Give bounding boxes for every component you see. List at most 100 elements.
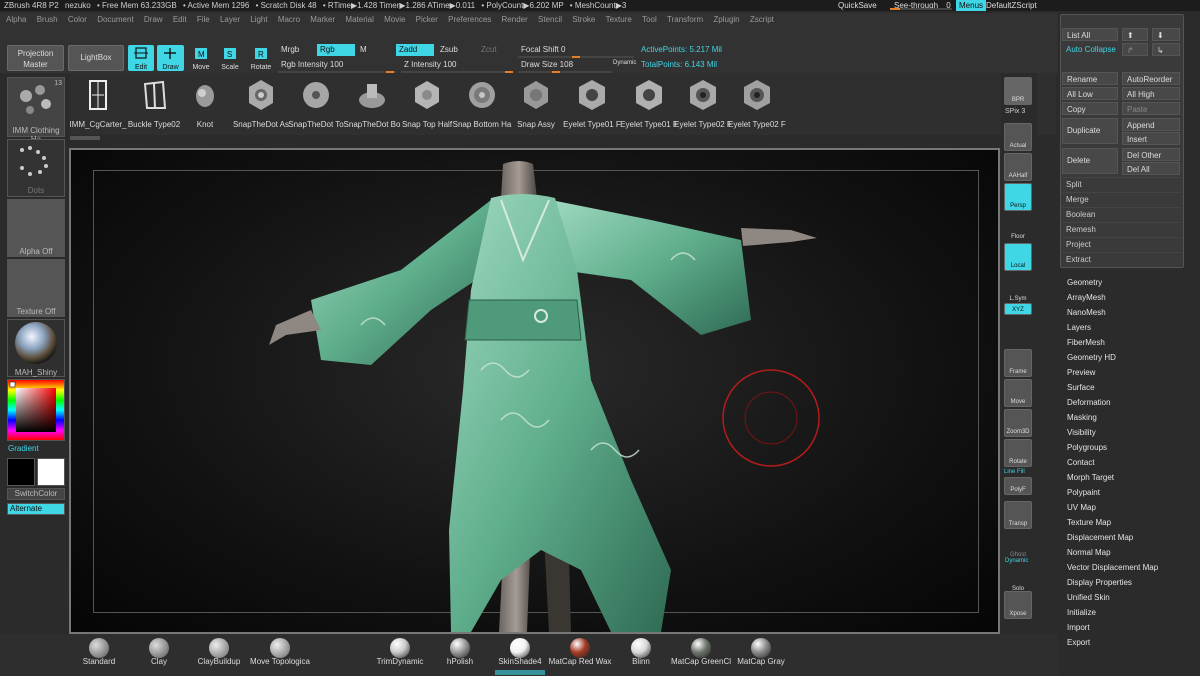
tool-menu-contact[interactable]: Contact	[1067, 458, 1095, 467]
lsym-button[interactable]: L.Sym	[1004, 275, 1032, 303]
zadd-button[interactable]: Zadd	[396, 44, 434, 56]
shelf-item-eyelet-type01-a[interactable]: Eyelet Type01 F	[563, 73, 621, 135]
aahalf-button[interactable]: AAHalf	[1004, 153, 1032, 181]
tool-menu-polypaint[interactable]: Polypaint	[1067, 488, 1100, 497]
tool-menu-layers[interactable]: Layers	[1067, 323, 1091, 332]
tool-menu-texture-map[interactable]: Texture Map	[1067, 518, 1111, 527]
menu-tool[interactable]: Tool	[642, 15, 657, 24]
menu-edit[interactable]: Edit	[173, 15, 187, 24]
secondary-color-swatch[interactable]	[37, 458, 65, 486]
tool-menu-vector-displacement-map[interactable]: Vector Displacement Map	[1067, 563, 1158, 572]
material-matcap-gray[interactable]: MatCap Gray	[726, 634, 796, 676]
menu-texture[interactable]: Texture	[606, 15, 632, 24]
rotate-mode-button[interactable]: R Rotate	[249, 45, 273, 71]
default-zscript-button[interactable]: DefaultZScript	[986, 0, 1037, 11]
document-canvas[interactable]	[69, 148, 1000, 634]
menu-document[interactable]: Document	[97, 15, 133, 24]
xyz-button[interactable]: XYZ	[1004, 303, 1032, 315]
quicksave-button[interactable]: QuickSave	[838, 0, 877, 11]
menu-alpha[interactable]: Alpha	[6, 15, 26, 24]
main-color-swatch[interactable]	[7, 458, 35, 486]
tool-menu-preview[interactable]: Preview	[1067, 368, 1095, 377]
see-through-knob[interactable]	[890, 8, 900, 10]
tool-menu-geometry[interactable]: Geometry	[1067, 278, 1102, 287]
material-matcap-red-wax[interactable]: MatCap Red Wax	[545, 634, 615, 676]
focal-shift-knob[interactable]	[572, 56, 580, 58]
menu-macro[interactable]: Macro	[278, 15, 300, 24]
merge-section[interactable]: Merge	[1062, 192, 1182, 206]
bpr-button[interactable]: BPR	[1004, 77, 1032, 105]
tool-menu-surface[interactable]: Surface	[1067, 383, 1095, 392]
tool-menu-arraymesh[interactable]: ArrayMesh	[1067, 293, 1106, 302]
menu-file[interactable]: File	[197, 15, 210, 24]
tool-menu-initialize[interactable]: Initialize	[1067, 608, 1096, 617]
brush-move-topological[interactable]: Move Topologica	[245, 634, 315, 676]
shelf-item-snapthedot-to[interactable]: SnapTheDot To	[288, 73, 344, 135]
menu-brush[interactable]: Brush	[37, 15, 58, 24]
xpose-button[interactable]: Xpose	[1004, 591, 1032, 619]
rename-button[interactable]: Rename	[1062, 72, 1118, 85]
menu-marker[interactable]: Marker	[310, 15, 335, 24]
append-button[interactable]: Append	[1122, 118, 1180, 131]
alpha-thumbnail[interactable]: Alpha Off	[7, 199, 65, 257]
split-section[interactable]: Split	[1062, 177, 1182, 191]
delete-button[interactable]: Delete	[1062, 148, 1118, 174]
copy-button[interactable]: Copy	[1062, 102, 1118, 115]
color-picker[interactable]	[7, 379, 65, 441]
tool-menu-displacement-map[interactable]: Displacement Map	[1067, 533, 1133, 542]
focal-shift-slider[interactable]: Focal Shift 0	[518, 44, 634, 58]
zoom3d-button[interactable]: Zoom3D	[1004, 409, 1032, 437]
switch-color-button[interactable]: SwitchColor	[7, 488, 65, 500]
edit-button[interactable]: Edit	[128, 45, 154, 71]
shelf-item-eyelet-type02-b[interactable]: Eyelet Type02 F	[728, 73, 786, 135]
del-other-button[interactable]: Del Other	[1122, 148, 1180, 161]
zsub-button[interactable]: Zsub	[437, 44, 473, 56]
projection-master-button[interactable]: Projection Master	[7, 45, 64, 71]
brush-claybuildup[interactable]: ClayBuildup	[184, 634, 254, 676]
insert-button[interactable]: Insert	[1122, 132, 1180, 145]
floor-button[interactable]: Floor	[1004, 213, 1032, 241]
menu-draw[interactable]: Draw	[144, 15, 163, 24]
actual-button[interactable]: Actual	[1004, 123, 1032, 151]
shelf-item-knot[interactable]: Knot	[177, 73, 233, 135]
shelf-item-imm-cgcarter[interactable]: IMM_CgCarter_	[70, 73, 126, 135]
remesh-section[interactable]: Remesh	[1062, 222, 1182, 236]
ghost-button[interactable]: Ghost	[1004, 531, 1032, 559]
tool-menu-unified-skin[interactable]: Unified Skin	[1067, 593, 1110, 602]
tool-menu-nanomesh[interactable]: NanoMesh	[1067, 308, 1106, 317]
scale-mode-button[interactable]: S Scale	[218, 45, 242, 71]
solo-button[interactable]: Solo	[1004, 565, 1032, 593]
draw-size-slider[interactable]: Draw Size 108	[518, 59, 612, 73]
rgb-intensity-slider[interactable]: Rgb Intensity 100	[278, 59, 396, 73]
duplicate-button[interactable]: Duplicate	[1062, 118, 1118, 144]
all-high-button[interactable]: All High	[1122, 87, 1180, 100]
shelf-item-snap-assy[interactable]: Snap Assy	[508, 73, 564, 135]
see-through-slider[interactable]: See-through 0	[890, 0, 952, 10]
menu-render[interactable]: Render	[502, 15, 528, 24]
menu-preferences[interactable]: Preferences	[448, 15, 491, 24]
transp-button[interactable]: Transp	[1004, 501, 1032, 529]
shelf-item-snapthedot-bo[interactable]: SnapTheDot Bo	[344, 73, 400, 135]
all-low-button[interactable]: All Low	[1062, 87, 1118, 100]
m-button[interactable]: M	[357, 44, 377, 56]
tool-menu-normal-map[interactable]: Normal Map	[1067, 548, 1111, 557]
draw-button[interactable]: Draw	[157, 45, 184, 71]
brush-thumbnail[interactable]: 13 IMM Clothing Ha	[7, 77, 65, 144]
paste-button[interactable]: Paste	[1122, 102, 1180, 115]
rgb-button[interactable]: Rgb	[317, 44, 355, 56]
autoreorder-button[interactable]: AutoReorder	[1122, 72, 1180, 85]
tool-menu-visibility[interactable]: Visibility	[1067, 428, 1096, 437]
menu-picker[interactable]: Picker	[416, 15, 438, 24]
menu-stroke[interactable]: Stroke	[572, 15, 595, 24]
move-mode-button[interactable]: M Move	[189, 45, 213, 71]
move-down-button[interactable]: ↳	[1152, 43, 1180, 56]
move-up-button[interactable]: ↱	[1122, 43, 1148, 56]
shelf-item-snapthedot-as[interactable]: SnapTheDot As	[233, 73, 289, 135]
menu-movie[interactable]: Movie	[384, 15, 405, 24]
z-intensity-slider[interactable]: Z Intensity 100	[401, 59, 513, 73]
shelf-item-snap-top-half[interactable]: Snap Top Half	[399, 73, 455, 135]
menu-color[interactable]: Color	[68, 15, 87, 24]
arrow-down-button[interactable]: ⬇	[1152, 28, 1180, 41]
mrgb-button[interactable]: Mrgb	[278, 44, 314, 56]
arrow-up-button[interactable]: ⬆	[1122, 28, 1148, 41]
